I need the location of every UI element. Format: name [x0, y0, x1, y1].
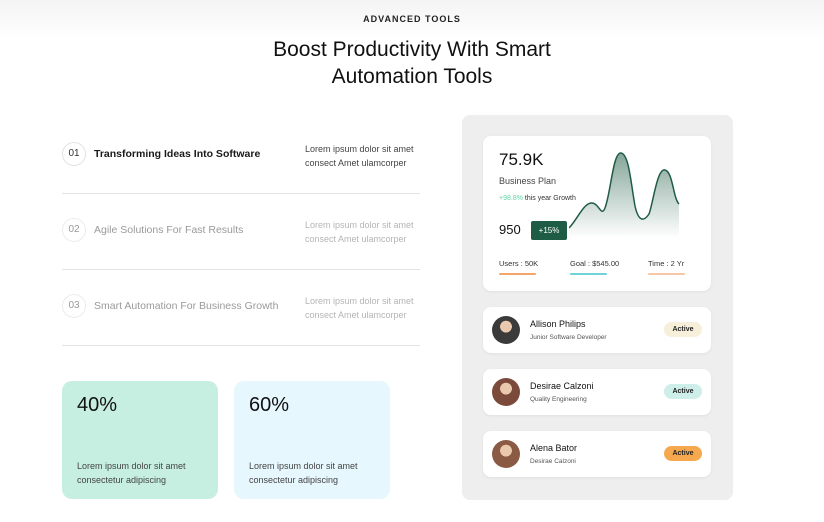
count-value: 950	[499, 222, 521, 237]
plan-value: 75.9K	[499, 150, 544, 169]
metric-label: Goal : $545.00	[570, 259, 620, 268]
feature-title: Transforming Ideas Into Software	[94, 148, 261, 160]
feature-title: Smart Automation For Business Growth	[94, 300, 279, 312]
stat-text: Lorem ipsum dolor sit amet consectetur a…	[77, 461, 186, 485]
metric-bar	[499, 273, 536, 275]
person-role: Junior Software Developer	[530, 334, 607, 341]
feature-item-3[interactable]: 03 Smart Automation For Business Growth …	[62, 270, 420, 346]
person-role: Quality Engineering	[530, 396, 587, 403]
metric-label: Users : 50K	[499, 259, 539, 268]
page-title-line-1: Boost Productivity With Smart	[273, 38, 551, 61]
feature-description: Lorem ipsum dolor sit amet consect Amet …	[305, 296, 414, 320]
status-badge: Active	[664, 446, 702, 461]
change-pill: +15%	[531, 221, 567, 240]
avatar	[492, 316, 520, 344]
metric-bar	[570, 273, 607, 275]
person-card-1[interactable]: Allison Philips Junior Software Develope…	[483, 307, 711, 353]
metric-bar	[648, 273, 685, 275]
person-name: Allison Philips	[530, 319, 586, 329]
feature-number: 02	[62, 218, 86, 242]
metric-users: Users : 50K	[499, 259, 539, 275]
growth-area-chart	[569, 152, 680, 238]
feature-description: Lorem ipsum dolor sit amet consect Amet …	[305, 220, 414, 244]
feature-number: 01	[62, 142, 86, 166]
feature-description: Lorem ipsum dolor sit amet consect Amet …	[305, 144, 414, 168]
metric-label: Time : 2 Yr	[648, 259, 685, 268]
avatar	[492, 378, 520, 406]
growth-line: +98.8% this year Growth	[499, 195, 576, 202]
feature-list: 01 Transforming Ideas Into Software Lore…	[62, 118, 420, 346]
avatar	[492, 440, 520, 468]
stat-text: Lorem ipsum dolor sit amet consectetur a…	[249, 461, 358, 485]
status-badge: Active	[664, 322, 702, 337]
person-name: Desirae Calzoni	[530, 381, 594, 391]
dashboard-panel: 75.9K Business Plan +98.8% this year Gro…	[462, 115, 733, 500]
feature-title: Agile Solutions For Fast Results	[94, 224, 244, 236]
stat-card-2: 60% Lorem ipsum dolor sit amet consectet…	[234, 381, 390, 499]
feature-item-1[interactable]: 01 Transforming Ideas Into Software Lore…	[62, 118, 420, 194]
feature-item-2[interactable]: 02 Agile Solutions For Fast Results Lore…	[62, 194, 420, 270]
metric-goal: Goal : $545.00	[570, 259, 620, 275]
feature-number: 03	[62, 294, 86, 318]
plan-label: Business Plan	[499, 176, 557, 186]
person-name: Alena Bator	[530, 443, 578, 453]
business-plan-card: 75.9K Business Plan +98.8% this year Gro…	[483, 136, 711, 291]
stat-card-1: 40% Lorem ipsum dolor sit amet consectet…	[62, 381, 218, 499]
stat-value: 40%	[77, 394, 118, 416]
person-card-2[interactable]: Desirae Calzoni Quality Engineering Acti…	[483, 369, 711, 415]
chart-area	[569, 152, 679, 238]
section-eyebrow: ADVANCED TOOLS	[363, 14, 461, 24]
status-badge: Active	[664, 384, 702, 399]
page-title: Boost Productivity With Smart Automation…	[0, 36, 824, 90]
metric-time: Time : 2 Yr	[648, 259, 685, 275]
person-card-3[interactable]: Alena Bator Desirae Calzoni Active	[483, 431, 711, 477]
page-title-line-2: Automation Tools	[331, 65, 493, 88]
growth-percent: +98.8%	[499, 195, 523, 202]
person-role: Desirae Calzoni	[530, 458, 576, 465]
stat-value: 60%	[249, 394, 290, 416]
